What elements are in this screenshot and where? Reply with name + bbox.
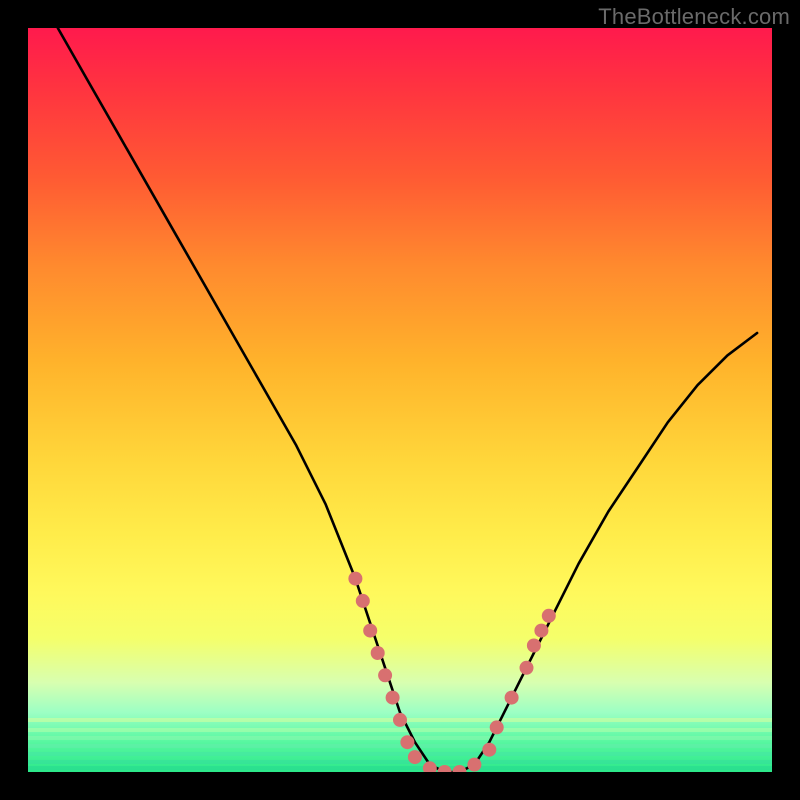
curve-marker	[438, 765, 452, 772]
curve-marker	[482, 743, 496, 757]
curve-marker	[423, 761, 437, 772]
curve-marker	[348, 572, 362, 586]
curve-marker	[408, 750, 422, 764]
curve-marker	[527, 639, 541, 653]
curve-marker	[520, 661, 534, 675]
curve-marker	[371, 646, 385, 660]
curve-marker	[378, 668, 392, 682]
curve-marker	[356, 594, 370, 608]
curve-line	[58, 28, 757, 772]
curve-marker	[467, 758, 481, 772]
curve-marker	[534, 624, 548, 638]
curve-marker	[363, 624, 377, 638]
bottleneck-plot	[28, 28, 772, 772]
curve-marker	[490, 720, 504, 734]
curve-marker	[542, 609, 556, 623]
curve-marker	[453, 765, 467, 772]
watermark-text: TheBottleneck.com	[598, 4, 790, 30]
curve-marker	[400, 735, 414, 749]
curve-marker	[386, 691, 400, 705]
curve-marker	[393, 713, 407, 727]
curve-markers	[348, 572, 555, 772]
curve-marker	[505, 691, 519, 705]
